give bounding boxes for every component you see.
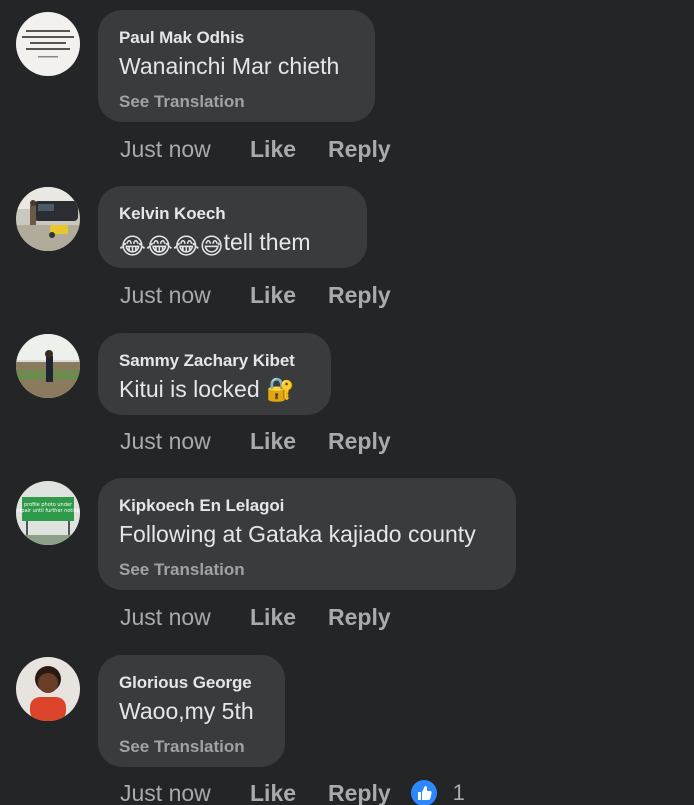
- like-reaction-icon: [410, 780, 437, 805]
- emoji-2: 😂: [145, 233, 173, 259]
- see-translation-link[interactable]: See Translation: [119, 92, 353, 112]
- like-button[interactable]: Like: [250, 428, 328, 455]
- comment-author[interactable]: Paul Mak Odhis: [119, 28, 353, 48]
- comment-text: Waoo,my 5th: [119, 698, 254, 724]
- comment-actions: Just now Like Reply: [120, 426, 391, 456]
- avatar-image: profile photo under repair until further…: [16, 481, 80, 545]
- comment-timestamp: Just now: [120, 281, 211, 308]
- like-button[interactable]: Like: [250, 780, 328, 805]
- svg-text:repair until further notice: repair until further notice: [16, 508, 79, 514]
- avatar[interactable]: [16, 12, 80, 76]
- like-button[interactable]: Like: [250, 604, 328, 631]
- avatar-image: [16, 187, 80, 251]
- avatar[interactable]: [16, 657, 80, 721]
- comment-actions: Just now Like Reply: [120, 134, 391, 164]
- see-translation-link[interactable]: See Translation: [119, 560, 494, 580]
- reply-button[interactable]: Reply: [328, 136, 391, 163]
- emoji-4: 😅: [199, 233, 224, 259]
- reply-button[interactable]: Reply: [328, 604, 391, 631]
- comment-author[interactable]: Kipkoech En Lelagoi: [119, 496, 494, 516]
- reaction-count: 1: [452, 780, 465, 805]
- comment-timestamp: Just now: [120, 779, 211, 805]
- avatar-image: [16, 657, 80, 721]
- comment-text: Kitui is locked 🔐: [119, 376, 295, 402]
- comment-feed: Paul Mak Odhis Wanainchi Mar chieth See …: [0, 0, 694, 805]
- emoji-1: 😂: [119, 233, 146, 259]
- comment-timestamp: Just now: [120, 135, 211, 162]
- comment-text: 😂😂😂😅tell them: [119, 228, 345, 260]
- comment-author[interactable]: Kelvin Koech: [119, 204, 345, 224]
- reply-button[interactable]: Reply: [328, 780, 391, 805]
- comment-timestamp: Just now: [120, 603, 211, 630]
- comment-author[interactable]: Glorious George: [119, 673, 263, 693]
- comment-author[interactable]: Sammy Zachary Kibet: [119, 351, 309, 371]
- comment-text: Wanainchi Mar chieth: [119, 53, 340, 79]
- emoji-3: 😂: [172, 233, 200, 259]
- like-button[interactable]: Like: [250, 282, 328, 309]
- comment-bubble: Glorious George Waoo,my 5th See Translat…: [98, 655, 285, 767]
- avatar[interactable]: [16, 187, 80, 251]
- comment-actions: Just now Like Reply: [120, 280, 391, 310]
- comment-bubble: Kelvin Koech 😂😂😂😅tell them: [98, 186, 367, 268]
- comment-actions: Just now Like Reply 1: [120, 778, 465, 805]
- avatar-image: [16, 12, 80, 76]
- reply-button[interactable]: Reply: [328, 428, 391, 455]
- like-button[interactable]: Like: [250, 136, 328, 163]
- reply-button[interactable]: Reply: [328, 282, 391, 309]
- comment-actions: Just now Like Reply: [120, 602, 391, 632]
- comment-timestamp: Just now: [120, 427, 211, 454]
- avatar-image: [16, 334, 80, 398]
- comment-text-body: tell them: [223, 229, 311, 255]
- comment-text: Following at Gataka kajiado county: [119, 521, 476, 547]
- comment-bubble: Kipkoech En Lelagoi Following at Gataka …: [98, 478, 516, 590]
- reaction-summary[interactable]: 1: [410, 780, 465, 805]
- comment-bubble: Sammy Zachary Kibet Kitui is locked 🔐: [98, 333, 331, 415]
- avatar[interactable]: profile photo under repair until further…: [16, 481, 80, 545]
- see-translation-link[interactable]: See Translation: [119, 737, 263, 757]
- avatar[interactable]: [16, 334, 80, 398]
- comment-bubble: Paul Mak Odhis Wanainchi Mar chieth See …: [98, 10, 375, 122]
